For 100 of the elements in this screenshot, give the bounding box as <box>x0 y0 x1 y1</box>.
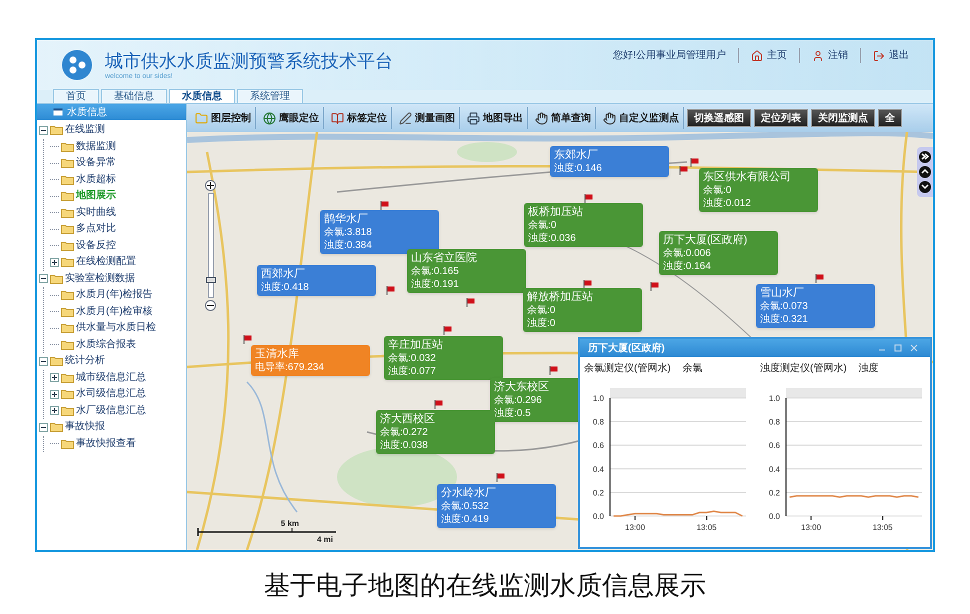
tree-item[interactable]: 水质月(年)检审核 <box>76 306 153 317</box>
station-name: 板桥加压站 <box>528 205 583 219</box>
y-tick-label: 1.0 <box>768 394 780 403</box>
folder-icon <box>61 142 74 152</box>
popup-title: 历下大厦(区政府) <box>588 341 666 356</box>
collapse-icon[interactable] <box>39 274 48 284</box>
station-callout[interactable]: 分水岭水厂 余氯:0.532 浊度:0.419 <box>437 484 556 528</box>
station-reading: 浊度:0.146 <box>554 162 602 175</box>
station-callout[interactable]: 济大西校区 余氯:0.272 浊度:0.038 <box>376 410 495 454</box>
tree-item[interactable]: 水司级信息汇总 <box>76 389 146 400</box>
arrow-button-icon[interactable] <box>919 181 931 194</box>
dark-button[interactable]: 定位列表 <box>754 109 808 127</box>
toolbar-button[interactable]: 测量画图 <box>395 107 460 129</box>
dark-button[interactable]: 关闭监测点 <box>811 109 875 127</box>
figure-caption: 基于电子地图的在线监测水质信息展示 <box>264 569 706 602</box>
toolbar-button[interactable]: 图层控制 <box>191 107 256 129</box>
dark-button[interactable]: 全 <box>878 109 902 127</box>
nav-tab[interactable]: 水质信息 <box>169 89 235 103</box>
station-name: 东郊水厂 <box>554 148 598 162</box>
folder-icon <box>61 240 74 251</box>
tree-item[interactable]: 供水量与水质日检 <box>76 323 156 334</box>
tree-item[interactable]: 水厂级信息汇总 <box>76 406 146 416</box>
header-link[interactable]: 主页 <box>767 48 787 63</box>
tree-item[interactable]: 在线检测配置 <box>76 257 136 268</box>
folder-icon <box>61 224 74 234</box>
station-reading: 浊度:0.038 <box>380 439 428 452</box>
nav-tab[interactable]: 基础信息 <box>101 89 167 103</box>
station-callout[interactable]: 东郊水厂 浊度:0.146 <box>550 146 669 177</box>
station-callout[interactable]: 西郊水厂 浊度:0.418 <box>257 265 376 296</box>
station-reading: 浊度:0.036 <box>528 232 576 245</box>
x-tick-mark <box>706 516 708 520</box>
toolbar-button[interactable]: 鹰眼定位 <box>259 107 324 129</box>
x-tick-mark <box>882 516 884 520</box>
tree-item[interactable]: 事故快报 <box>65 422 105 432</box>
app-title: 城市供水水质监测预警系统技术平台 <box>105 50 393 72</box>
x-tick-label: 13:00 <box>801 523 822 532</box>
collapse-icon[interactable] <box>39 126 48 135</box>
chart-title: 浊度 <box>858 362 879 376</box>
station-name: 鹊华水厂 <box>324 212 368 226</box>
tree-item[interactable]: 设备异常 <box>76 158 116 168</box>
tree-item[interactable]: 水质月(年)检报告 <box>76 290 153 300</box>
nav-tab[interactable]: 系统管理 <box>237 89 303 103</box>
tree-item[interactable]: 事故快报查看 <box>76 438 136 449</box>
dark-button[interactable]: 切换遥感图 <box>687 109 751 127</box>
instrument-label: 余氯测定仪(管网水) <box>584 362 671 376</box>
arrow-button-icon[interactable] <box>919 150 931 163</box>
expand-icon[interactable] <box>50 390 59 399</box>
y-tick-label: 0.2 <box>768 488 780 498</box>
folder-icon <box>50 125 63 136</box>
tree-item[interactable]: 地图展示 <box>76 191 116 202</box>
hand-icon <box>535 112 548 124</box>
tree-item[interactable]: 城市级信息汇总 <box>76 372 146 383</box>
toolbar-button[interactable]: 地图导出 <box>463 107 528 129</box>
greeting-text: 您好!公用事业局管理用户 <box>613 48 726 63</box>
tree-item[interactable]: 设备反控 <box>76 240 116 251</box>
folder-icon <box>61 438 74 449</box>
tree-item[interactable]: 多点对比 <box>76 224 116 234</box>
station-reading: 余氯:0 <box>528 219 556 232</box>
station-callout[interactable]: 东区供水有限公司 余氯:0 浊度:0.012 <box>699 168 818 212</box>
x-tick-label: 13:05 <box>696 523 717 532</box>
station-name: 分水岭水厂 <box>441 486 496 500</box>
tree-item[interactable]: 统计分析 <box>65 356 105 366</box>
tree-item[interactable]: 实时曲线 <box>76 208 116 218</box>
nav-tab[interactable]: 首页 <box>53 89 99 103</box>
tree-item[interactable]: 实验室检测数据 <box>65 274 135 284</box>
tree-item[interactable]: 水质超标 <box>76 174 116 185</box>
tree-item[interactable]: 水质综合报表 <box>76 340 136 350</box>
globe-icon <box>263 112 276 124</box>
expand-icon[interactable] <box>50 406 59 416</box>
tree-item[interactable]: 数据监测 <box>76 142 116 152</box>
toolbar-button[interactable]: 自定义监测点 <box>599 107 684 129</box>
collapse-icon[interactable] <box>39 422 48 432</box>
station-callout[interactable]: 辛庄加压站 余氯:0.032 浊度:0.077 <box>384 336 503 380</box>
zoom-slider[interactable] <box>208 193 214 298</box>
station-callout[interactable]: 雪山水厂 余氯:0.073 浊度:0.321 <box>756 284 875 328</box>
arrow-button-icon[interactable] <box>919 166 931 178</box>
folder-icon <box>61 191 74 202</box>
station-callout[interactable]: 山东省立医院 余氯:0.165 浊度:0.191 <box>407 249 526 293</box>
station-reading: 余氯:0.165 <box>411 265 459 278</box>
collapse-icon[interactable] <box>39 356 48 366</box>
station-callout[interactable]: 历下大厦(区政府) 余氯:0.006 浊度:0.164 <box>659 231 778 275</box>
folder-icon <box>61 323 74 334</box>
expand-icon[interactable] <box>50 258 59 267</box>
toolbar-button[interactable]: 简单查询 <box>531 107 596 129</box>
station-name: 济大东校区 <box>494 380 549 394</box>
station-callout[interactable]: 板桥加压站 余氯:0 浊度:0.036 <box>524 203 643 247</box>
header-link[interactable]: 退出 <box>889 48 909 63</box>
tree-item[interactable]: 在线监测 <box>65 125 105 136</box>
minus-icon <box>207 302 214 309</box>
flag-icon <box>583 280 592 289</box>
pen-icon <box>399 112 412 124</box>
folder-icon <box>50 274 63 284</box>
toolbar-button[interactable]: 标签定位 <box>327 107 392 129</box>
header-link[interactable]: 注销 <box>828 48 848 63</box>
folder-icon <box>61 340 74 350</box>
expand-icon[interactable] <box>50 373 59 382</box>
window-icon <box>53 108 63 116</box>
station-reading: 余氯:0 <box>527 304 556 317</box>
station-callout[interactable]: 解放桥加压站 余氯:0 浊度:0 <box>523 288 642 332</box>
sidebar-title: 水质信息 <box>67 106 107 120</box>
